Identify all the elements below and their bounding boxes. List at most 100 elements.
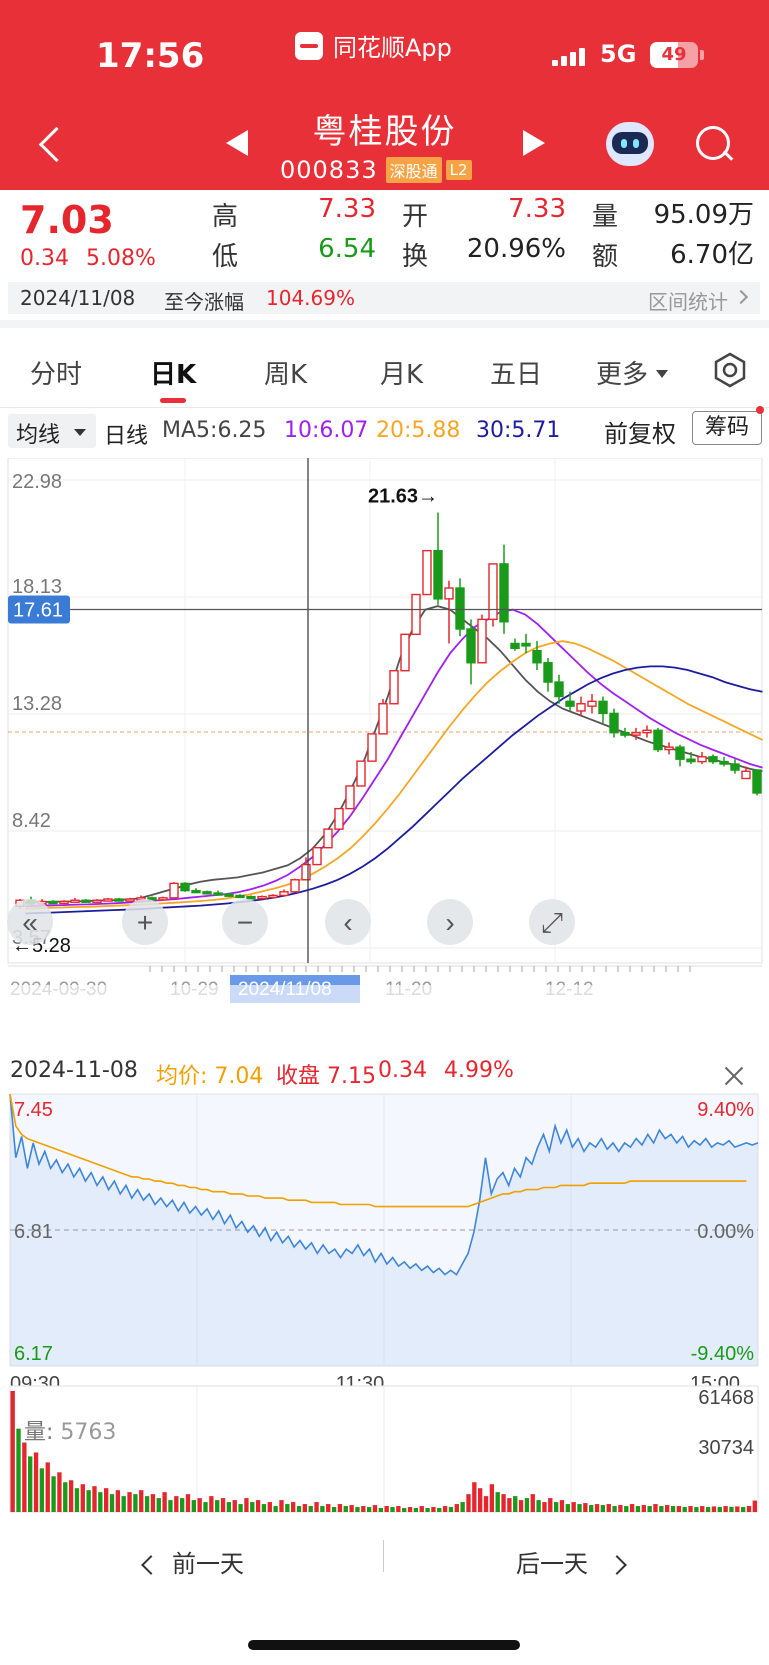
low-value: 6.54: [318, 234, 376, 264]
intraday-chart[interactable]: 7.456.816.179.40%0.00%-9.40%09:30 11:30 15…: [0, 1052, 769, 1522]
candle-body: [741, 770, 751, 780]
volume-bar: [320, 1506, 325, 1512]
volume-bar: [279, 1500, 284, 1512]
prev-day-button[interactable]: 前一天: [172, 1544, 244, 1579]
volume-bar: [618, 1505, 623, 1512]
volume-bar: [670, 1506, 676, 1512]
home-indicator: [248, 1640, 520, 1650]
volume-bar: [472, 1482, 477, 1512]
volume-bar: [22, 1442, 27, 1512]
zoom-in-icon: +: [137, 907, 153, 938]
tab-more[interactable]: 更多: [596, 354, 648, 391]
next-day-button[interactable]: 后一天: [516, 1544, 588, 1579]
candle-body: [279, 891, 289, 897]
volume-bar: [542, 1502, 547, 1512]
active-tab-indicator: [160, 398, 186, 403]
volume-bar: [735, 1506, 740, 1512]
amount-label: 额: [592, 242, 619, 272]
volume-bar: [583, 1503, 588, 1512]
day-navigation: 前一天 后一天: [0, 1530, 769, 1590]
candle-body: [125, 898, 135, 902]
open-value: 7.33: [508, 194, 566, 224]
volume-bar: [115, 1490, 121, 1512]
settings-hex-icon[interactable]: [712, 352, 748, 388]
turnover-value: 20.96%: [466, 234, 566, 264]
volume-bar: [209, 1496, 214, 1512]
volume-bar: [238, 1504, 243, 1512]
candle-body: [543, 662, 553, 683]
candle-body: [202, 891, 212, 895]
candle-body: [642, 729, 652, 734]
stock-code: 000833: [280, 156, 378, 184]
current-price: 7.03: [20, 198, 114, 242]
volume-bar: [682, 1507, 687, 1512]
volume-bar: [156, 1498, 161, 1512]
indicator-select[interactable]: 均线: [8, 414, 96, 448]
app-name: 同花顺App: [333, 34, 452, 62]
range-stats-link[interactable]: 区间统计: [648, 286, 728, 315]
volume-bar: [127, 1492, 132, 1512]
volume-bar: [337, 1504, 343, 1512]
volume-bar: [203, 1502, 208, 1512]
chevron-right-icon: [733, 289, 749, 305]
kline-chart[interactable]: 22.9818.1313.288.423.5721.63→←5.2817.61«…: [0, 458, 769, 1052]
volume-bar: [647, 1506, 652, 1512]
volume-bar: [98, 1492, 103, 1512]
volume-bar: [565, 1504, 570, 1512]
turnover-label: 换: [402, 242, 429, 272]
volume-bar: [746, 1506, 752, 1512]
volume-bar: [104, 1488, 109, 1512]
volume-bar: [273, 1506, 278, 1512]
volume-bar: [466, 1494, 471, 1512]
volume-bar: [16, 1428, 21, 1512]
tab-five-day[interactable]: 五日: [490, 354, 542, 391]
volume-bar: [308, 1506, 313, 1512]
candle-body: [59, 900, 69, 905]
volume-bar: [501, 1494, 506, 1512]
search-icon[interactable]: [694, 124, 734, 164]
volume-label: 量: [592, 202, 619, 232]
candle-body: [455, 587, 465, 630]
open-label: 开: [402, 202, 429, 232]
candle-body: [323, 828, 333, 849]
volume-bar: [717, 1507, 722, 1512]
ma-legend-row: 均线 日线 MA5:6.25 10:6.07 20:5.88 30:5.71 前…: [0, 406, 769, 458]
volume-bar: [495, 1492, 500, 1512]
volume-bar: [624, 1506, 629, 1512]
volume-bar: [92, 1486, 97, 1512]
volume-bar: [51, 1476, 56, 1512]
tab-daily-k[interactable]: 日K: [150, 354, 196, 391]
chip-distribution-button[interactable]: 筹码: [692, 411, 762, 445]
volume-bar: [530, 1494, 535, 1512]
next-stock-button[interactable]: [523, 130, 545, 156]
tab-weekly-k[interactable]: 周K: [264, 354, 307, 391]
volume-bar: [559, 1500, 565, 1512]
chevron-right-icon: [607, 1555, 627, 1575]
adjust-mode[interactable]: 前复权: [604, 414, 676, 449]
candle-body: [466, 628, 476, 664]
candle-body: [411, 593, 421, 636]
candle-body: [92, 899, 102, 903]
volume-bar: [413, 1508, 419, 1512]
zoom-out-icon: −: [237, 907, 253, 938]
crosshair-price-label: 17.61: [13, 599, 63, 621]
candle-body: [664, 746, 674, 751]
connect-tag: 深股通: [385, 157, 442, 183]
tab-intraday[interactable]: 分时: [30, 354, 82, 391]
volume-legend: 量: 5763: [24, 1414, 116, 1446]
volume-bar: [150, 1494, 156, 1512]
assistant-robot-icon[interactable]: [606, 122, 654, 166]
candle-body: [653, 729, 663, 751]
volume-bar: [419, 1506, 424, 1512]
volume-bar: [390, 1507, 395, 1512]
candle-body: [697, 756, 707, 763]
range-strip[interactable]: 2024/11/08 至今涨幅 104.69% 区间统计: [8, 282, 760, 314]
tab-monthly-k[interactable]: 月K: [380, 354, 423, 391]
volume-label: 量:: [24, 1420, 54, 1445]
volume-bar: [314, 1502, 319, 1512]
candle-body: [631, 731, 641, 736]
volume-bar: [68, 1480, 74, 1512]
volume-bar: [366, 1507, 372, 1512]
volume-bar: [378, 1508, 383, 1512]
amount-value: 6.70亿: [670, 240, 754, 270]
